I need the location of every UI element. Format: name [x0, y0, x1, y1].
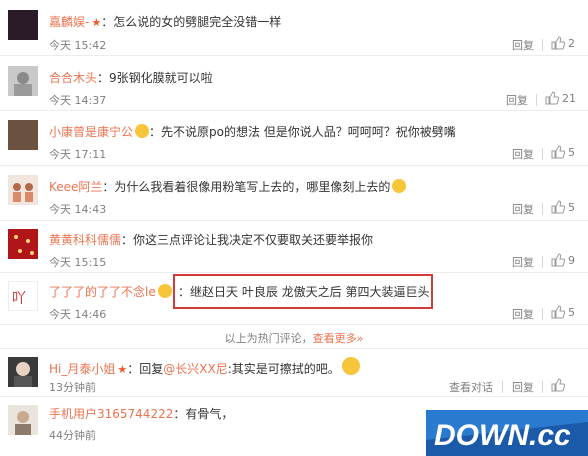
comment-text: :其实是可擦拭的吧。: [227, 362, 340, 376]
reply-button[interactable]: 回复: [512, 146, 534, 162]
avatar[interactable]: 吖: [8, 281, 38, 311]
comment-author[interactable]: 了了了的了了不念le: [49, 285, 156, 299]
thumbs-up-icon: [551, 36, 565, 50]
like-button[interactable]: 21: [545, 91, 576, 105]
avatar[interactable]: [8, 175, 38, 205]
divider: [542, 148, 543, 160]
comment-list: 嘉麟娱- ★：怎么说的女的劈腿完全没错一样 今天 15:42 回复 2 合合木头：…: [0, 0, 588, 445]
comment-time: 今天 14:46: [49, 308, 107, 321]
comment-author[interactable]: 手机用户3165744222: [49, 407, 173, 421]
comment-text: ：为什么我看着很像用粉笔写上去的，哪里像刻上去的: [102, 180, 391, 194]
comment-text: ：怎么说的女的劈腿完全没错一样: [101, 15, 282, 29]
laugh-emoji-icon: [392, 179, 407, 193]
divider: [542, 39, 543, 51]
comment-item: Hi_月泰小姐 ★：回复@长兴XX尼:其实是可擦拭的吧。 13分钟前 查看对话 回…: [0, 349, 588, 397]
divider: [542, 256, 543, 268]
like-button[interactable]: 5: [551, 200, 575, 214]
comment-time: 今天 15:15: [49, 256, 107, 269]
like-count: 5: [568, 305, 575, 319]
avatar[interactable]: [8, 120, 38, 150]
comment-text: ：继赵日天 叶良辰 龙傲天之后 第四大装逼巨头: [178, 285, 430, 299]
comment-time: 13分钟前: [49, 381, 96, 394]
comment-item: 嘉麟娱- ★：怎么说的女的劈腿完全没错一样 今天 15:42 回复 2: [0, 0, 588, 56]
like-button[interactable]: 5: [551, 145, 575, 159]
reply-button[interactable]: 回复: [512, 254, 534, 270]
svg-text:吖: 吖: [12, 291, 26, 307]
view-conversation-button[interactable]: 查看对话: [449, 379, 493, 395]
like-button[interactable]: 5: [551, 305, 575, 319]
divider: [542, 203, 543, 215]
reply-button[interactable]: 回复: [506, 92, 528, 108]
comment-text: ：你这三点评论让我决定不仅要取关还要举报你: [121, 233, 374, 247]
sunglasses-emoji-icon: [341, 357, 360, 375]
thumbs-up-icon: [551, 378, 565, 392]
balloon-icon: [157, 284, 172, 298]
hot-comments-label: 以上为热门评论，: [224, 332, 313, 345]
mention-link[interactable]: @长兴XX尼: [163, 362, 227, 376]
avatar[interactable]: [8, 66, 38, 96]
thumbs-up-icon: [551, 145, 565, 159]
like-count: 5: [568, 145, 575, 159]
thumbs-up-icon: [551, 305, 565, 319]
comment-author[interactable]: 黄黄科科儒儒: [49, 233, 121, 247]
down-cc-watermark: DOWN.cc: [426, 410, 588, 456]
comment-time: 今天 15:42: [49, 39, 107, 52]
comment-item: Keee阿兰：为什么我看着很像用粉笔写上去的，哪里像刻上去的 今天 14:43 …: [0, 166, 588, 221]
divider: [502, 381, 503, 393]
divider: [536, 94, 537, 106]
comment-author[interactable]: Hi_月泰小姐: [49, 362, 115, 376]
comment-time: 44分钟前: [49, 429, 96, 442]
like-count: 2: [568, 36, 575, 50]
divider: [542, 308, 543, 320]
comment-author[interactable]: Keee阿兰: [49, 180, 102, 194]
hot-comments-bar: 以上为热门评论，查看更多»: [0, 325, 588, 349]
comment-text: ：有骨气，: [173, 407, 234, 421]
comment-author[interactable]: 小康曾是康宁公: [49, 125, 133, 139]
comment-time: 今天 17:11: [49, 148, 107, 161]
reply-button[interactable]: 回复: [512, 37, 534, 53]
comment-text: ：9张钢化膜就可以啦: [97, 71, 213, 85]
avatar[interactable]: [8, 10, 38, 40]
like-button[interactable]: 9: [551, 253, 575, 267]
avatar[interactable]: [8, 357, 38, 387]
avatar[interactable]: [8, 405, 38, 435]
avatar[interactable]: [8, 229, 38, 259]
reply-button[interactable]: 回复: [512, 379, 534, 395]
comment-item: 黄黄科科儒儒：你这三点评论让我决定不仅要取关还要举报你 今天 15:15 回复 …: [0, 221, 588, 273]
comment-item: 小康曾是康宁公 ：先不说原po的想法 但是你说人品？呵呵呵？祝你被劈嘴 今天 17…: [0, 111, 588, 166]
comment-item: 吖 了了了的了了不念le ：继赵日天 叶良辰 龙傲天之后 第四大装逼巨头 今天 …: [0, 273, 588, 325]
comment-item: 合合木头：9张钢化膜就可以啦 今天 14:37 回复 21: [0, 56, 588, 111]
comment-time: 今天 14:37: [49, 94, 107, 107]
badge-icon: [135, 124, 150, 138]
divider: [542, 381, 543, 393]
thumbs-up-icon: [551, 200, 565, 214]
vip-star-icon: ★: [91, 16, 102, 29]
see-more-link[interactable]: 查看更多»: [313, 332, 364, 345]
vip-star-icon: ★: [117, 363, 128, 376]
like-count: 21: [562, 91, 576, 105]
comment-time: 今天 14:43: [49, 203, 107, 216]
reply-prefix: ：回复: [127, 362, 164, 376]
comment-author[interactable]: 嘉麟娱-: [49, 15, 89, 29]
thumbs-up-icon: [545, 91, 559, 105]
reply-button[interactable]: 回复: [512, 306, 534, 322]
comment-text: ：先不说原po的想法 但是你说人品？呵呵呵？祝你被劈嘴: [149, 125, 456, 139]
like-count: 9: [568, 253, 575, 267]
comment-author[interactable]: 合合木头: [49, 71, 97, 85]
thumbs-up-icon: [551, 253, 565, 267]
like-button[interactable]: 2: [551, 36, 575, 50]
like-button[interactable]: [551, 378, 568, 392]
reply-button[interactable]: 回复: [512, 201, 534, 217]
like-count: 5: [568, 200, 575, 214]
watermark-text: DOWN.cc: [434, 419, 571, 452]
